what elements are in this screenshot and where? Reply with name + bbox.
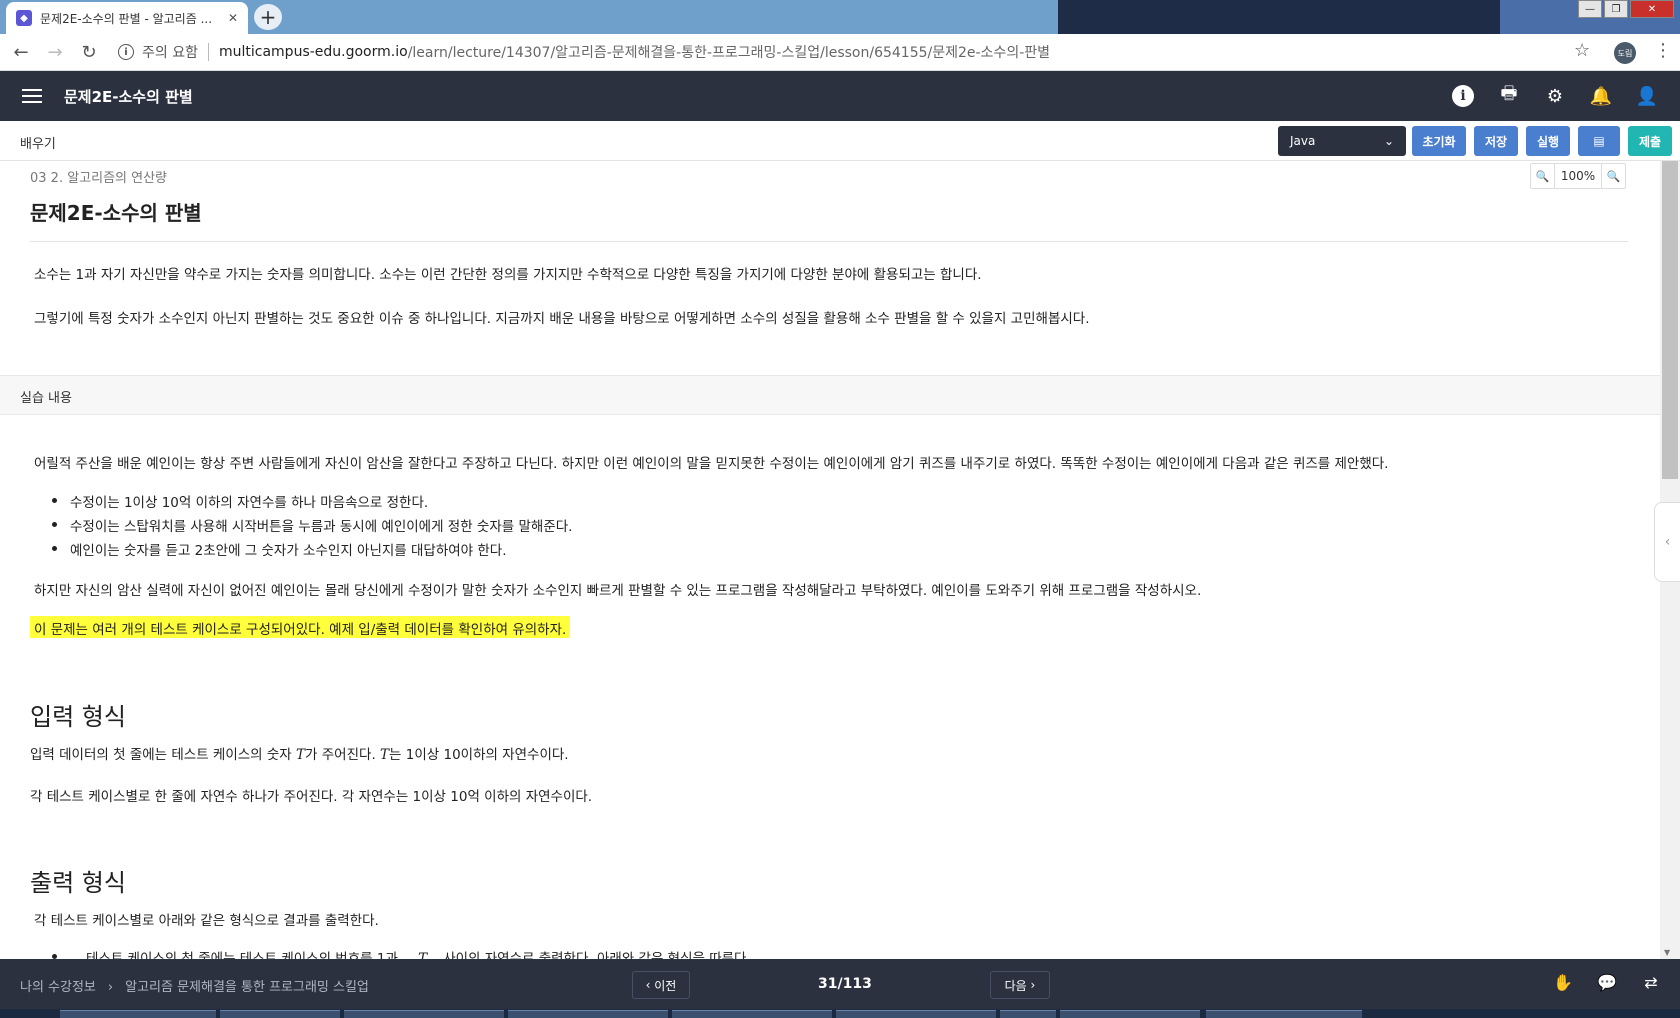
zoom-in-icon[interactable]: 🔍	[1601, 164, 1625, 188]
browser-tab[interactable]: ◆ 문제2E-소수의 판별 - 알고리즘 ... ✕	[6, 2, 248, 34]
footer-breadcrumb: 나의 수강정보 › 알고리즘 문제해결을 통한 프로그래밍 스킬업	[20, 976, 369, 995]
scroll-down-icon[interactable]: ▼	[1664, 948, 1670, 957]
qa-icon[interactable]: ⇄	[1640, 971, 1662, 993]
bookmark-star-icon[interactable]: ☆	[1574, 40, 1590, 61]
chevron-right-icon: ›	[107, 980, 114, 995]
footer-bar: 나의 수강정보 › 알고리즘 문제해결을 통한 프로그래밍 스킬업 ‹ 이전 31/…	[0, 959, 1680, 1009]
back-icon[interactable]: ←	[8, 39, 34, 65]
profile-avatar[interactable]: 도림	[1614, 42, 1636, 64]
scrollbar-thumb[interactable]	[1662, 161, 1678, 479]
close-tab-icon[interactable]: ✕	[228, 11, 238, 25]
terminal-button[interactable]: ▤	[1578, 126, 1620, 156]
window-controls: — ❐ ✕	[1578, 0, 1674, 18]
section-label: 실습 내용	[20, 391, 72, 406]
os-taskbar	[0, 1009, 1680, 1018]
tab-title: 문제2E-소수의 판별 - 알고리즘 ...	[40, 11, 213, 26]
course-name-link[interactable]: 알고리즘 문제해결을 통한 프로그래밍 스킬업	[125, 980, 369, 995]
reload-icon[interactable]: ↻	[76, 39, 102, 65]
menu-icon[interactable]	[22, 89, 42, 103]
list-item: 예인이는 숫자를 듣고 2초안에 그 숫자가 소수인지 아닌지를 대답하여야 한…	[52, 539, 507, 559]
language-value: Java	[1290, 134, 1316, 148]
list-item: 수정이는 스탑워치를 사용해 시작버튼을 누름과 동시에 예인이에게 정한 숫자…	[51, 515, 572, 535]
zoom-out-icon[interactable]: 🔍	[1531, 164, 1555, 188]
maximize-icon[interactable]: ❐	[1604, 0, 1628, 18]
info-icon[interactable]: i	[118, 44, 134, 60]
next-button[interactable]: 다음 ›	[990, 971, 1050, 999]
lesson-content: 03 2. 알고리즘의 연산량 🔍 100% 🔍 문제2E-소수의 판별 소수는…	[0, 161, 1660, 959]
page-title: 문제2E-소수의 판별	[64, 87, 193, 106]
chevron-right-icon: ›	[1026, 978, 1036, 992]
chevron-left-icon: ‹	[645, 978, 655, 992]
language-select[interactable]: Java ⌄	[1278, 126, 1406, 156]
section-header: 실습 내용	[0, 375, 1660, 415]
run-button[interactable]: 실행	[1526, 126, 1570, 156]
minimize-icon[interactable]: —	[1578, 0, 1602, 18]
browser-menu-icon[interactable]: ⋮	[1654, 40, 1672, 61]
close-window-icon[interactable]: ✕	[1630, 0, 1674, 18]
app-window: ◆ 문제2E-소수의 판별 - 알고리즘 ... ✕ + — ❐ ✕ ← → ↻…	[0, 0, 1680, 1018]
chevron-left-icon: ‹	[1664, 534, 1671, 550]
input-heading: 입력 형식	[30, 703, 126, 731]
tab-learn[interactable]: 배우기	[20, 133, 56, 152]
highlight-note: 이 문제는 여러 개의 테스트 케이스로 구성되어있다. 예제 입/출력 데이터…	[30, 616, 571, 638]
lesson-title: 문제2E-소수의 판별	[30, 201, 202, 225]
divider	[30, 241, 1628, 242]
page-indicator: 31/113	[818, 976, 872, 992]
chevron-down-icon: ⌄	[1383, 134, 1394, 148]
terminal-icon: ▤	[1593, 134, 1605, 148]
user-icon[interactable]: 👤	[1636, 85, 1658, 107]
reset-button[interactable]: 초기화	[1412, 126, 1466, 156]
gear-icon[interactable]: ⚙	[1544, 85, 1566, 107]
chat-icon[interactable]: 💬	[1596, 971, 1618, 993]
app-header: 문제2E-소수의 판별 i 🖶 ⚙ 🔔 👤	[0, 71, 1680, 121]
output-heading: 출력 형식	[30, 869, 126, 897]
goorm-icon: ◆	[16, 10, 32, 26]
output-paragraph-1: 각 테스트 케이스별로 아래와 같은 형식으로 결과를 출력한다.	[34, 913, 379, 929]
print-icon[interactable]: 🖶	[1498, 83, 1520, 107]
url-path: /learn/lecture/14307/알고리즘-문제해결을-통한-프로그래밍…	[407, 45, 1051, 61]
input-paragraph-1: 입력 데이터의 첫 줄에는 테스트 케이스의 숫자 T가 주어진다. T는 1이…	[30, 747, 569, 763]
body-paragraph-2: 하지만 자신의 암산 실력에 자신이 없어진 예인이는 몰래 당신에게 수정이가…	[34, 583, 1202, 599]
intro-paragraph-2: 그렇기에 특정 숫자가 소수인지 아닌지 판별하는 것도 중요한 이슈 중 하나…	[34, 311, 1090, 327]
browser-tabstrip: ◆ 문제2E-소수의 판별 - 알고리즘 ... ✕ + — ❐ ✕	[0, 0, 1680, 34]
body-paragraph-1: 어릴적 주산을 배운 예인이는 항상 주변 사람들에게 자신이 암산을 잘한다고…	[34, 456, 1389, 472]
info-icon[interactable]: i	[1452, 85, 1474, 107]
submit-button[interactable]: 제출	[1628, 126, 1672, 156]
address-bar: ← → ↻ i 주의 요함 multicampus-edu.goorm.io/l…	[0, 34, 1680, 71]
security-label: 주의 요함	[142, 45, 198, 61]
url-input[interactable]: i 주의 요함 multicampus-edu.goorm.io/learn/l…	[108, 38, 1580, 66]
list-item: 테스트 케이스의 첫 줄에는 테스트 케이스의 번호를 1과 T 사이의 자연수로…	[52, 947, 751, 959]
url-host: multicampus-edu.goorm.io	[218, 44, 408, 60]
list-item: 수정이는 1이상 10억 이하의 자연수를 하나 마음속으로 정한다.	[51, 491, 428, 511]
intro-paragraph-1: 소수는 1과 자기 자신만을 약수로 가지는 숫자를 의미합니다. 소수는 이런…	[34, 267, 982, 283]
hand-raise-icon[interactable]: ✋	[1552, 971, 1574, 993]
bell-icon[interactable]: 🔔	[1590, 85, 1612, 107]
input-paragraph-2: 각 테스트 케이스별로 한 줄에 자연수 하나가 주어진다. 각 자연수는 1이…	[30, 789, 593, 805]
save-button[interactable]: 저장	[1474, 126, 1518, 156]
side-panel-toggle[interactable]: ‹	[1654, 502, 1680, 582]
breadcrumb: 03 2. 알고리즘의 연산량	[30, 171, 168, 186]
my-course-link[interactable]: 나의 수강정보	[20, 980, 96, 995]
prev-button[interactable]: ‹ 이전	[632, 971, 690, 999]
zoom-value: 100%	[1560, 169, 1596, 183]
zoom-control: 🔍 100% 🔍	[1530, 163, 1626, 189]
forward-icon[interactable]: →	[42, 39, 68, 65]
new-tab-button[interactable]: +	[254, 4, 282, 30]
